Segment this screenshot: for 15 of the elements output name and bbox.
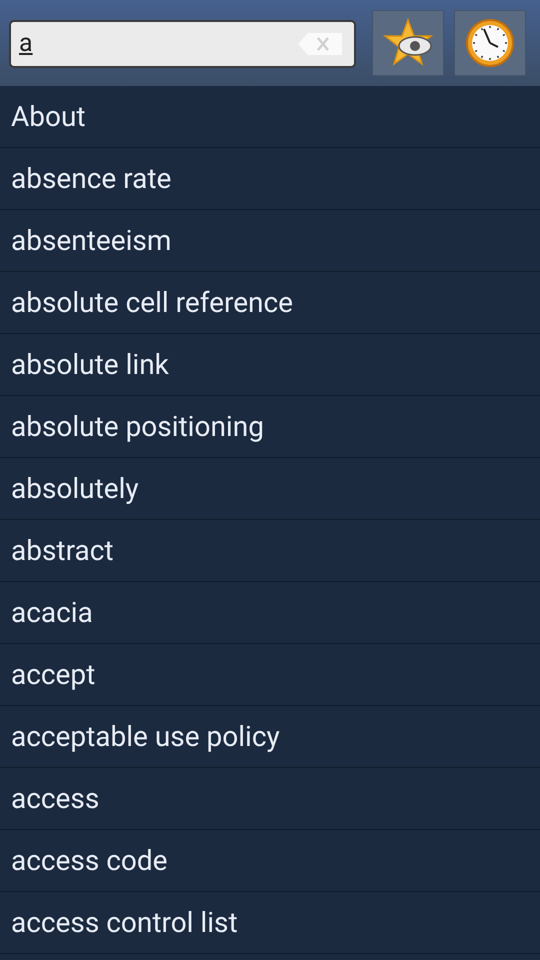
word-list-item[interactable]: abstract [0,520,540,582]
word-list-item[interactable]: access control list [0,892,540,954]
search-field[interactable]: a [9,20,356,68]
word-list-item[interactable]: access code [0,830,540,892]
word-list-item[interactable]: acceptable use policy [0,706,540,768]
word-list-item[interactable]: accept [0,644,540,706]
word-list-item[interactable]: absolute link [0,334,540,396]
word-list-item[interactable]: absolute cell reference [0,272,540,334]
word-list-item[interactable]: absence rate [0,148,540,210]
word-list-item[interactable]: absenteeism [0,210,540,272]
word-list-item[interactable]: acacia [0,582,540,644]
word-list-item[interactable]: About [0,86,540,148]
word-list-item[interactable]: absolutely [0,458,540,520]
word-list-item[interactable]: absolute positioning [0,396,540,458]
word-list-item[interactable]: access [0,768,540,830]
